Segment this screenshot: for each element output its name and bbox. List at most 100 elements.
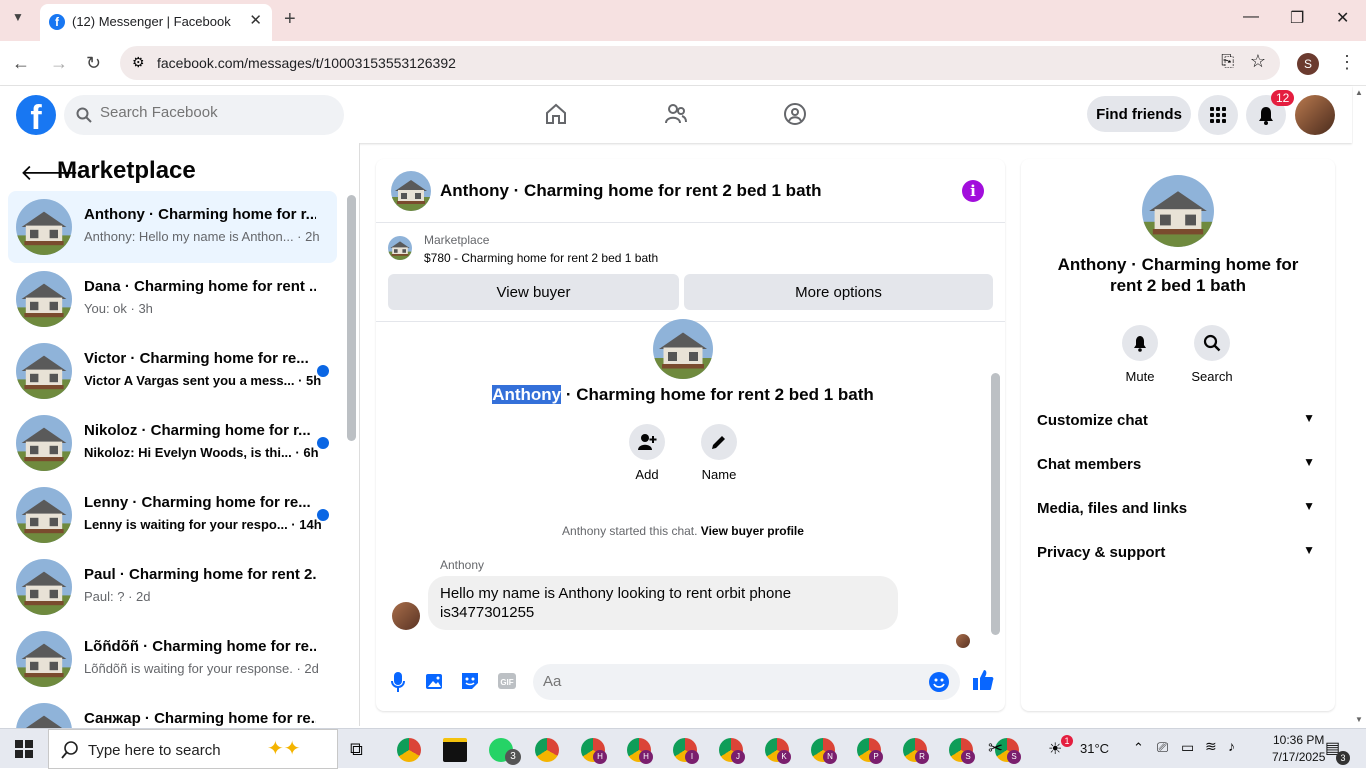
groups-icon[interactable] bbox=[783, 102, 807, 126]
chrome-profile-icon[interactable]: J bbox=[719, 738, 745, 764]
photo-icon[interactable] bbox=[425, 671, 445, 691]
browser-tab[interactable]: f (12) Messenger | Facebook ✕ bbox=[40, 4, 272, 41]
browser-tab-bar: ▼ f (12) Messenger | Facebook ✕ + — ❐ ✕ bbox=[0, 0, 1366, 41]
battery-icon[interactable]: ▭ bbox=[1181, 739, 1194, 756]
chrome-profile-letter: R bbox=[915, 750, 929, 764]
chrome-profile-icon[interactable]: K bbox=[765, 738, 791, 764]
view-buyer-profile-link[interactable]: View buyer profile bbox=[701, 524, 804, 538]
bookmark-star-icon[interactable]: ☆ bbox=[1250, 51, 1266, 72]
more-options-button[interactable]: More options bbox=[684, 274, 993, 310]
sticker-icon[interactable] bbox=[460, 671, 480, 691]
omnibox[interactable]: ⚙ facebook.com/messages/t/10003153553126… bbox=[120, 46, 1280, 80]
snipping-tool-icon[interactable]: ✂ bbox=[988, 738, 1003, 759]
chrome-profile-letter: S bbox=[1007, 750, 1021, 764]
meet-now-icon[interactable]: ⎚ bbox=[1157, 739, 1168, 756]
sender-avatar[interactable] bbox=[392, 602, 420, 630]
scroll-down-icon[interactable]: ▼ bbox=[1355, 715, 1363, 724]
gif-icon[interactable]: GIF bbox=[497, 671, 517, 691]
mute-action[interactable]: Mute bbox=[1110, 325, 1170, 384]
conversation-preview: Paul: ? · 2d bbox=[84, 589, 151, 604]
home-icon[interactable] bbox=[544, 102, 568, 126]
microphone-icon[interactable] bbox=[391, 671, 405, 693]
forward-icon[interactable]: → bbox=[50, 53, 68, 74]
chrome-profile-letter: I bbox=[685, 750, 699, 764]
page-scrollbar[interactable]: ▲ ▼ bbox=[1353, 86, 1366, 726]
conversation-item[interactable]: Lõñdõñ · Charming home for re... Lõñdõñ i… bbox=[8, 623, 337, 695]
marketplace-chats-panel: 🡐 Marketplace Anthony · Charming home fo… bbox=[0, 143, 360, 759]
facebook-search[interactable] bbox=[64, 95, 344, 135]
emoji-icon[interactable] bbox=[928, 671, 950, 693]
conversation-item[interactable]: Paul · Charming home for rent 2... Paul: … bbox=[8, 551, 337, 623]
profile-avatar[interactable]: S bbox=[1297, 53, 1319, 75]
chat-window: Anthony · Charming home for rent 2 bed 1… bbox=[376, 159, 1005, 711]
chat-avatar[interactable] bbox=[391, 171, 431, 211]
customize-chat-section[interactable]: Customize chat ▼ bbox=[1037, 411, 1321, 429]
intro-title: Anthony · Charming home for rent 2 bed 1… bbox=[376, 385, 990, 405]
privacy-support-section[interactable]: Privacy & support ▼ bbox=[1037, 543, 1321, 561]
notification-badge: 12 bbox=[1271, 90, 1295, 106]
message-input-box[interactable] bbox=[533, 664, 960, 700]
chat-title[interactable]: Anthony · Charming home for rent 2 bed 1… bbox=[440, 181, 822, 201]
conversation-item[interactable]: Victor · Charming home for re... Victor A… bbox=[8, 335, 337, 407]
weather-temperature[interactable]: 31°C bbox=[1080, 741, 1109, 756]
message-input[interactable] bbox=[543, 673, 913, 690]
conversation-item[interactable]: Lenny · Charming home for re... Lenny is … bbox=[8, 479, 337, 551]
search-input[interactable] bbox=[100, 104, 330, 121]
new-tab-icon[interactable]: + bbox=[284, 8, 296, 31]
menu-dots-icon[interactable]: ⋮ bbox=[1338, 52, 1356, 73]
close-tab-icon[interactable]: ✕ bbox=[249, 11, 262, 29]
account-avatar[interactable] bbox=[1295, 95, 1335, 135]
view-buyer-button[interactable]: View buyer bbox=[388, 274, 679, 310]
left-scrollbar[interactable] bbox=[347, 195, 356, 441]
conversation-item[interactable]: Anthony · Charming home for r... Anthony:… bbox=[8, 191, 337, 263]
tab-list-icon[interactable]: ▼ bbox=[12, 10, 24, 24]
restore-icon[interactable]: ❐ bbox=[1290, 8, 1304, 28]
listing-title[interactable]: $780 - Charming home for rent 2 bed 1 ba… bbox=[424, 251, 658, 265]
site-info-icon[interactable]: ⚙ bbox=[132, 54, 145, 71]
friends-icon[interactable] bbox=[664, 102, 688, 126]
reload-icon[interactable]: ↻ bbox=[86, 53, 101, 74]
chrome-profile-icon[interactable]: S bbox=[949, 738, 975, 764]
highlighted-name: Anthony bbox=[492, 385, 562, 404]
chrome-profile-icon[interactable]: N bbox=[811, 738, 837, 764]
system-clock[interactable]: 10:36 PM 7/17/2025 bbox=[1272, 732, 1325, 766]
back-icon[interactable]: ← bbox=[12, 53, 30, 74]
chat-scrollbar[interactable] bbox=[991, 373, 1000, 635]
info-icon[interactable]: i bbox=[962, 180, 984, 202]
wifi-icon[interactable]: ≋ bbox=[1205, 738, 1217, 755]
chrome-profile-icon[interactable]: I bbox=[673, 738, 699, 764]
message-bubble[interactable]: Hello my name is Anthony looking to rent… bbox=[428, 576, 898, 630]
chrome-profile-icon[interactable]: P bbox=[857, 738, 883, 764]
taskbar-search[interactable]: Type here to search ✦✦ bbox=[48, 729, 338, 769]
conversation-name: Anthony · Charming home for r... bbox=[84, 206, 316, 223]
chrome-app-icon[interactable] bbox=[397, 738, 421, 762]
install-app-icon[interactable]: ⎘ bbox=[1221, 53, 1234, 71]
chat-members-section[interactable]: Chat members ▼ bbox=[1037, 455, 1321, 473]
chrome-profile-icon[interactable] bbox=[535, 738, 559, 762]
thumbs-up-icon[interactable] bbox=[972, 669, 994, 691]
media-files-links-section[interactable]: Media, files and links ▼ bbox=[1037, 499, 1321, 517]
chrome-profile-icon[interactable]: H bbox=[581, 738, 607, 764]
windows-start-icon[interactable] bbox=[15, 740, 33, 758]
intro-avatar[interactable] bbox=[653, 319, 713, 379]
chrome-profile-icon[interactable]: H bbox=[627, 738, 653, 764]
menu-grid-button[interactable] bbox=[1198, 95, 1238, 135]
name-action[interactable]: Name bbox=[689, 424, 749, 482]
minimize-icon[interactable]: — bbox=[1243, 8, 1259, 26]
chrome-profile-icon[interactable]: R bbox=[903, 738, 929, 764]
scroll-up-icon[interactable]: ▲ bbox=[1355, 88, 1363, 97]
conversation-item[interactable]: Nikoloz · Charming home for r... Nikoloz:… bbox=[8, 407, 337, 479]
task-view-icon[interactable]: ⧉ bbox=[350, 739, 363, 760]
search-action[interactable]: Search bbox=[1182, 325, 1242, 384]
volume-icon[interactable]: ♪ bbox=[1228, 738, 1235, 754]
chevron-up-icon[interactable]: ⌃ bbox=[1133, 740, 1144, 756]
close-window-icon[interactable]: ✕ bbox=[1336, 8, 1349, 28]
facebook-logo-icon[interactable]: f bbox=[16, 95, 56, 135]
details-avatar[interactable] bbox=[1142, 175, 1214, 247]
tab-title: (12) Messenger | Facebook bbox=[72, 14, 231, 29]
find-friends-button[interactable]: Find friends bbox=[1087, 96, 1191, 132]
conversation-item[interactable]: Dana · Charming home for rent ... You: ok… bbox=[8, 263, 337, 335]
listing-thumbnail[interactable] bbox=[388, 236, 412, 260]
sticky-notes-icon[interactable] bbox=[443, 738, 467, 762]
add-action[interactable]: Add bbox=[617, 424, 677, 482]
